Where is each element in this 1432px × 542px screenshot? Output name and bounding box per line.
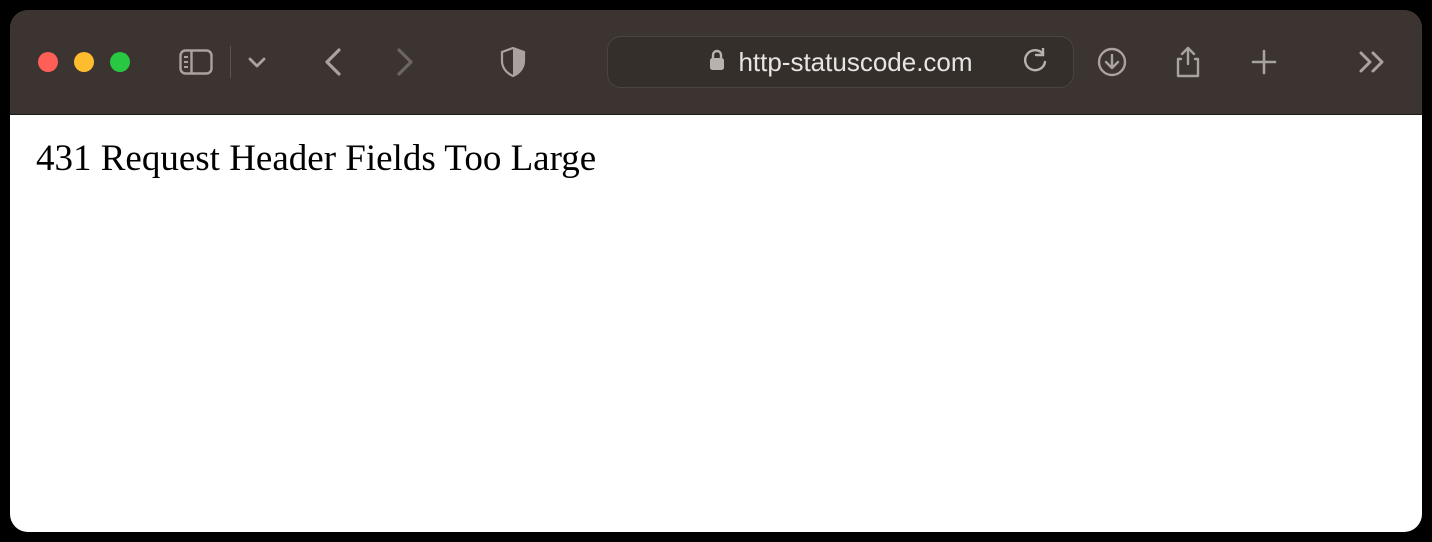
address-bar[interactable]: http-statuscode.com xyxy=(607,36,1074,88)
toolbar-right xyxy=(1090,40,1394,84)
forward-button[interactable] xyxy=(383,40,427,84)
download-icon[interactable] xyxy=(1090,40,1134,84)
close-button[interactable] xyxy=(38,52,58,72)
sidebar-icon[interactable] xyxy=(174,40,218,84)
lock-icon xyxy=(708,49,726,76)
chevron-double-right-icon[interactable] xyxy=(1350,40,1394,84)
chevron-down-icon[interactable] xyxy=(243,40,271,84)
browser-window: http-statuscode.com xyxy=(10,10,1422,532)
back-button[interactable] xyxy=(311,40,355,84)
reload-icon[interactable] xyxy=(1013,40,1057,84)
minimize-button[interactable] xyxy=(74,52,94,72)
window-controls xyxy=(38,52,130,72)
plus-icon[interactable] xyxy=(1242,40,1286,84)
share-icon[interactable] xyxy=(1166,40,1210,84)
toolbar-divider xyxy=(230,46,231,78)
navigation-controls xyxy=(311,40,427,84)
sidebar-controls xyxy=(174,40,271,84)
shield-icon[interactable] xyxy=(491,40,535,84)
error-message: 431 Request Header Fields Too Large xyxy=(36,137,1396,180)
url-text: http-statuscode.com xyxy=(738,47,972,78)
maximize-button[interactable] xyxy=(110,52,130,72)
page-content: 431 Request Header Fields Too Large xyxy=(10,115,1422,532)
browser-toolbar: http-statuscode.com xyxy=(10,10,1422,115)
